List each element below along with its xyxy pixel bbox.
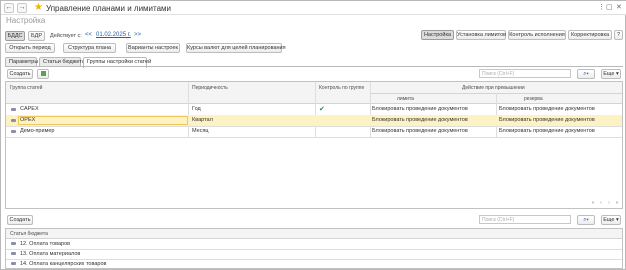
add-icon [40,71,46,76]
lower-more-button[interactable]: Еще ▾ [601,215,621,225]
lower-search-button[interactable]: ⌕▾ [577,215,595,225]
app-window: ← → ★ Управление планами и лимитами ⋮ ▢ … [0,0,626,270]
maximize-icon[interactable]: ▢ [606,3,613,12]
tab-set-limits[interactable]: Установка лимитов [456,30,506,40]
budget-item-icon [11,262,16,265]
help-button[interactable]: ? [614,30,623,40]
col-action-header: Действие при превышении [462,85,525,91]
prev-page-icon[interactable]: ‹ [598,200,604,206]
currency-rates-button[interactable]: Курсы валют для целей планирования [186,43,286,53]
budget-item-icon [11,242,16,245]
upper-search-button[interactable]: ⌕▾ [577,69,595,79]
lower-search-input[interactable]: Поиск (Ctrl+F) [479,215,571,224]
col-group-header[interactable]: Группа статей [10,85,42,91]
acts-from-label: Действует с: [50,33,82,39]
col-reserve-header[interactable]: резерва [524,96,543,102]
col-periodicity-header[interactable]: Периодичность [192,85,228,91]
col-control-header[interactable]: Контроль по группе [319,85,364,91]
setting-variants-button[interactable]: Варианты настроек [126,43,180,53]
budget-items-table: Статья бюджета 12. Оплата товаров 13. Оп… [5,228,623,269]
bdr-button[interactable]: БДР [28,31,45,41]
table-row-selected[interactable]: OPEX Квартал Блокировать проведение доку… [6,115,622,126]
next-page-icon[interactable]: › [606,200,612,206]
title-bar: ← → ★ Управление планами и лимитами ⋮ ▢ … [1,1,626,15]
bdds-button[interactable]: БДДС [5,31,25,41]
col-budget-item-header[interactable]: Статья бюджета [10,231,48,237]
list-item[interactable]: 14. Оплата канцелярских товаров [6,259,622,269]
budget-items-header [6,229,622,239]
col-limit-header[interactable]: лимита [397,96,414,102]
tab-correction[interactable]: Корректировка [568,30,612,40]
table-row[interactable]: CAPEX Год ✔ Блокировать проведение докум… [6,104,622,115]
list-item[interactable]: 13. Оплата материалов [6,249,622,259]
create-item-button[interactable]: Создать [7,215,33,225]
prev-period-link[interactable]: << [85,32,92,38]
create-group-button[interactable]: Создать [7,69,33,79]
date-link[interactable]: 01.02.2025 г. [96,32,131,38]
upper-more-button[interactable]: Еще ▾ [601,69,621,79]
back-arrow-icon[interactable]: ← [4,3,14,13]
list-item[interactable]: 12. Оплата товаров [6,239,622,249]
last-page-icon[interactable]: » [614,200,620,206]
favorite-star-icon[interactable]: ★ [34,2,43,13]
tab-execution-control[interactable]: Контроль исполнения [508,30,566,40]
checkmark-icon[interactable]: ✔ [319,105,325,114]
plan-structure-button[interactable]: Структура плана [63,43,116,53]
groups-table: Группа статей Периодичность Контроль по … [5,81,623,209]
group-item-icon [11,130,16,133]
budget-item-icon [11,252,16,255]
add-copy-button[interactable] [37,69,49,79]
group-item-icon [11,108,16,111]
upper-search-input[interactable]: Поиск (Ctrl+F) [479,69,571,78]
forward-arrow-icon[interactable]: → [17,3,27,13]
close-icon[interactable]: ✕ [616,3,622,12]
search-icon: ⌕▾ [583,71,589,77]
open-period-button[interactable]: Открыть период [5,43,55,53]
cell-focus-frame [18,116,188,125]
page-subtitle: Настройка [6,16,46,25]
menu-icon[interactable]: ⋮ [598,3,605,12]
tab-settings[interactable]: Настройка [421,30,454,40]
tab-divider [5,66,623,67]
next-period-link[interactable]: >> [134,32,141,38]
window-title: Управление планами и лимитами [46,4,171,13]
first-page-icon[interactable]: « [590,200,596,206]
search-icon: ⌕▾ [583,217,589,223]
group-item-icon [11,119,16,122]
table-row[interactable]: Демо-пример Месяц Блокировать проведение… [6,126,622,137]
